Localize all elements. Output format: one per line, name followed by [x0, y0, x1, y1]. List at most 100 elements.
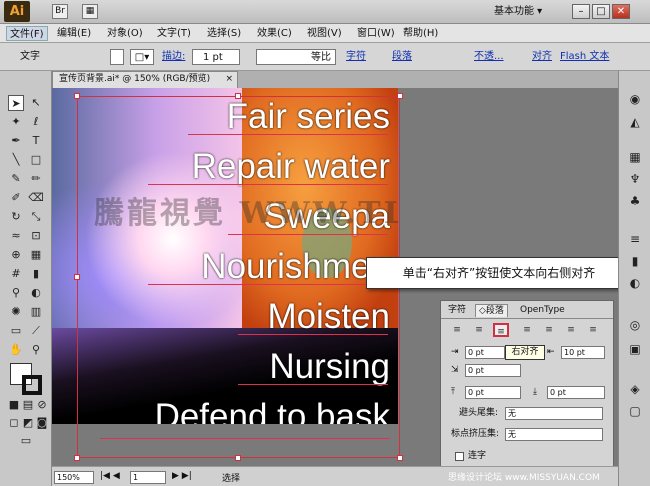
character-panel-link[interactable]: 字符 — [346, 49, 366, 65]
tab-character[interactable]: 字符 — [445, 304, 469, 317]
left-indent-input[interactable]: 0 pt — [465, 346, 505, 359]
hyphenate-checkbox[interactable] — [455, 452, 464, 461]
line-tool-icon[interactable]: ╲ — [8, 152, 24, 168]
rectangle-tool-icon[interactable]: □ — [28, 152, 44, 168]
document-tab[interactable]: 宣传页背景.ai* @ 150% (RGB/预览) × — [52, 71, 238, 88]
justify-center-button[interactable]: ≡ — [541, 323, 557, 337]
artboard-tool-icon[interactable]: ▭ — [8, 323, 24, 339]
hand-tool-icon[interactable]: ✋ — [8, 342, 24, 358]
resize-handle[interactable] — [235, 455, 241, 461]
menu-select[interactable]: 选择(S) — [204, 26, 244, 41]
menu-type[interactable]: 文字(T) — [154, 26, 194, 41]
color-panel-icon[interactable]: ◉ — [625, 91, 645, 108]
layers-panel-icon[interactable]: ◈ — [625, 381, 645, 398]
right-indent-input[interactable]: 10 pt — [561, 346, 605, 359]
slice-tool-icon[interactable]: ⟋ — [28, 323, 44, 339]
justify-all-button[interactable]: ≡ — [585, 323, 601, 337]
page-next-icon[interactable]: ▶ ▶| — [172, 471, 192, 481]
stroke-link[interactable]: 描边: — [162, 49, 185, 65]
column-graph-icon[interactable]: ▥ — [28, 304, 44, 320]
transparency-panel-icon[interactable]: ◐ — [625, 275, 645, 292]
warp-tool-icon[interactable]: ≈ — [8, 228, 24, 244]
paintbrush-icon[interactable]: ✎ — [8, 171, 24, 187]
pen-tool-icon[interactable]: ✒ — [8, 133, 24, 149]
swatches-icon[interactable]: ▦ — [625, 149, 645, 166]
space-after-input[interactable]: 0 pt — [547, 386, 605, 399]
resize-handle[interactable] — [74, 93, 80, 99]
eraser-icon[interactable]: ⌫ — [28, 190, 44, 206]
bridge-icon[interactable]: Br — [52, 4, 68, 19]
resize-handle[interactable] — [235, 93, 241, 99]
pencil-icon[interactable]: ✏ — [28, 171, 44, 187]
artboards-panel-icon[interactable]: ▢ — [625, 403, 645, 420]
workspace-switcher[interactable]: 基本功能 ▾ — [494, 4, 564, 20]
eyedropper-icon[interactable]: ⚲ — [8, 285, 24, 301]
menu-help[interactable]: 帮助(H) — [400, 26, 441, 41]
arrange-documents-icon[interactable]: ▦ — [82, 4, 98, 19]
color-guide-icon[interactable]: ◭ — [625, 114, 645, 131]
close-button[interactable]: ✕ — [612, 4, 630, 19]
align-left-button[interactable]: ≡ — [449, 323, 465, 337]
page-prev-icon[interactable]: |◀ ◀ — [100, 471, 120, 481]
fill-swatch[interactable] — [110, 49, 124, 65]
screen-mode-icon[interactable]: ▭ — [18, 433, 34, 449]
scale-tool-icon[interactable]: ⤡ — [28, 209, 44, 225]
shape-builder-icon[interactable]: ⊕ — [8, 247, 24, 263]
resize-handle[interactable] — [397, 455, 403, 461]
resize-handle[interactable] — [74, 455, 80, 461]
gradient-tool-icon[interactable]: ▮ — [28, 266, 44, 282]
align-center-button[interactable]: ≡ — [471, 323, 487, 337]
paragraph-panel-link[interactable]: 段落 — [392, 49, 412, 65]
lasso-icon[interactable]: ℓ — [28, 114, 44, 130]
symbol-sprayer-icon[interactable]: ✺ — [8, 304, 24, 320]
zoom-tool-icon[interactable]: ⚲ — [28, 342, 44, 358]
resize-handle[interactable] — [397, 93, 403, 99]
stroke-profile-select[interactable]: 等比 — [256, 49, 336, 65]
selection-tool-icon[interactable]: ➤ — [8, 95, 24, 111]
type-tool-icon[interactable]: T — [28, 133, 44, 149]
page-input[interactable]: 1 — [130, 471, 166, 484]
stroke-color-swatch[interactable] — [22, 375, 42, 395]
tab-paragraph[interactable]: ◇段落 — [475, 304, 508, 317]
blend-tool-icon[interactable]: ◐ — [28, 285, 44, 301]
menu-window[interactable]: 窗口(W) — [354, 26, 398, 41]
tab-opentype[interactable]: OpenType — [517, 304, 568, 317]
rotate-tool-icon[interactable]: ↻ — [8, 209, 24, 225]
restore-button[interactable]: □ — [592, 4, 610, 19]
align-link[interactable]: 对齐 — [532, 49, 552, 65]
zoom-select[interactable]: 150% — [54, 471, 94, 484]
menu-file[interactable]: 文件(F) — [6, 26, 48, 41]
perspective-grid-icon[interactable]: ▦ — [28, 247, 44, 263]
direct-selection-tool-icon[interactable]: ↖ — [28, 95, 44, 111]
space-before-input[interactable]: 0 pt — [465, 386, 521, 399]
stroke-swatch[interactable]: □▾ — [130, 49, 154, 65]
first-line-indent-input[interactable]: 0 pt — [465, 364, 521, 377]
kinsoku-select[interactable]: 无 — [505, 407, 603, 420]
magic-wand-icon[interactable]: ✦ — [8, 114, 24, 130]
mojikumi-select[interactable]: 无 — [505, 428, 603, 441]
blob-brush-icon[interactable]: ✐ — [8, 190, 24, 206]
draw-inside-icon[interactable]: ◙ — [34, 415, 50, 431]
justify-left-button[interactable]: ≡ — [519, 323, 535, 337]
align-right-button[interactable]: ≡ — [493, 323, 509, 337]
menu-effect[interactable]: 效果(C) — [254, 26, 295, 41]
gradient-panel-icon[interactable]: ▮ — [625, 253, 645, 270]
minimize-button[interactable]: – — [572, 4, 590, 19]
close-tab-icon[interactable]: × — [225, 72, 233, 87]
menu-view[interactable]: 视图(V) — [304, 26, 345, 41]
free-transform-icon[interactable]: ⊡ — [28, 228, 44, 244]
selection-bounding-box[interactable] — [77, 96, 400, 458]
resize-handle[interactable] — [74, 274, 80, 280]
stroke-weight-input[interactable]: 1 pt — [192, 49, 240, 65]
opacity-link[interactable]: 不透... — [474, 49, 504, 65]
none-mode-icon[interactable]: ⊘ — [34, 397, 50, 413]
symbols-icon[interactable]: ♣ — [625, 193, 645, 210]
appearance-panel-icon[interactable]: ◎ — [625, 317, 645, 334]
brushes-icon[interactable]: ♆ — [625, 171, 645, 188]
stroke-panel-icon[interactable]: ≡ — [625, 231, 645, 248]
menu-object[interactable]: 对象(O) — [104, 26, 146, 41]
flash-text-link[interactable]: Flash 文本 — [560, 49, 609, 65]
graphic-styles-icon[interactable]: ▣ — [625, 341, 645, 358]
justify-right-button[interactable]: ≡ — [563, 323, 579, 337]
mesh-tool-icon[interactable]: # — [8, 266, 24, 282]
